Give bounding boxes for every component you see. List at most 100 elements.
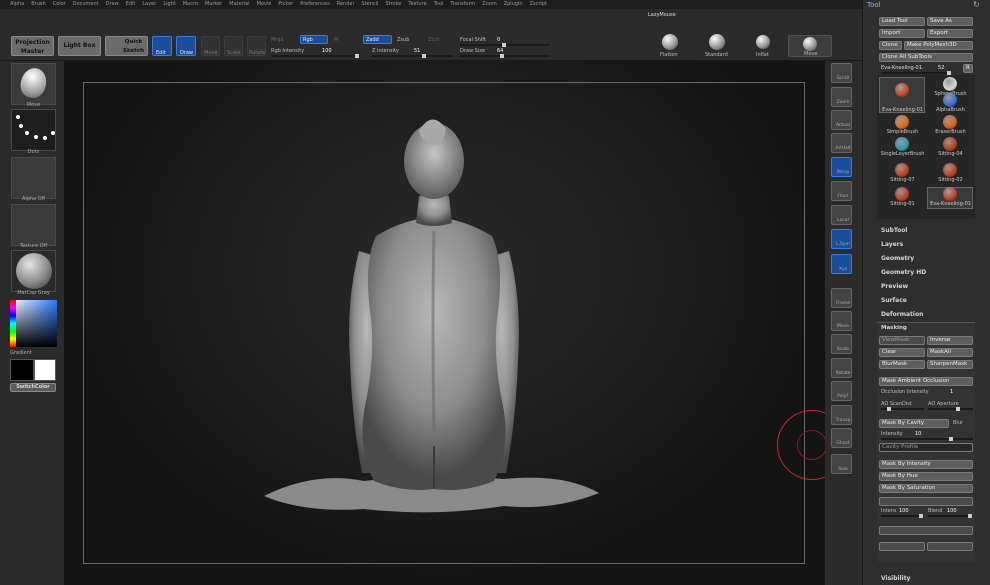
sculpted-figure-model[interactable] <box>254 101 614 521</box>
view-mask-button[interactable]: ViewMask <box>879 336 925 345</box>
section-geometry[interactable]: Geometry <box>881 255 914 262</box>
menu-zscript[interactable]: Zscript <box>530 0 547 9</box>
move-mode-button[interactable]: Move <box>201 36 220 56</box>
tool-thumb-icon[interactable] <box>895 187 909 201</box>
menu-render[interactable]: Render <box>337 0 355 9</box>
material-thumbnail[interactable] <box>11 250 56 292</box>
masking-extra-button-3[interactable] <box>927 542 973 551</box>
tool-r-button[interactable]: R <box>963 64 973 73</box>
save-as-button[interactable]: Save As <box>927 17 973 26</box>
menu-texture[interactable]: Texture <box>408 0 426 9</box>
light-box-button[interactable]: Light Box <box>58 36 101 56</box>
menu-tool[interactable]: Tool <box>434 0 444 9</box>
menu-alpha[interactable]: Alpha <box>10 0 24 9</box>
mask-blend-slider[interactable] <box>928 514 973 518</box>
section-geometry-hd[interactable]: Geometry HD <box>881 269 926 276</box>
tool-thumb-icon[interactable] <box>943 115 957 129</box>
brush-thumbnail[interactable] <box>11 63 56 105</box>
clone-all-subtools-button[interactable]: Clone All SubTools <box>879 53 973 62</box>
masking-extra-button[interactable] <box>879 526 973 535</box>
draw-size-slider[interactable] <box>460 54 550 58</box>
section-layers[interactable]: Layers <box>881 241 903 248</box>
menu-material[interactable]: Material <box>229 0 249 9</box>
masking-section-title[interactable]: Masking <box>881 325 907 331</box>
ao-scandist-slider[interactable] <box>881 407 924 411</box>
tool-thumb-icon[interactable] <box>943 163 957 177</box>
tool-thumb-icon[interactable] <box>943 77 957 91</box>
alpha-thumbnail[interactable] <box>11 157 56 199</box>
section-deformation[interactable]: Deformation <box>881 311 923 318</box>
tool-thumb-icon[interactable] <box>895 137 909 151</box>
texture-thumbnail[interactable] <box>11 204 56 246</box>
menu-stroke[interactable]: Stroke <box>385 0 401 9</box>
sharpen-mask-button[interactable]: SharpenMask <box>927 360 973 369</box>
menu-edit[interactable]: Edit <box>126 0 136 9</box>
m-button[interactable]: M <box>334 37 338 43</box>
import-button[interactable]: Import <box>879 29 925 38</box>
lazymouse-label[interactable]: LazyMouse <box>648 12 676 18</box>
rotate-mode-button[interactable]: Rotate <box>247 36 266 56</box>
quick-sketch-button[interactable]: Quick Sketch <box>105 36 148 56</box>
mask-ambient-occlusion-button[interactable]: Mask Ambient Occlusion <box>879 377 973 386</box>
menu-brush[interactable]: Brush <box>31 0 45 9</box>
ao-aperture-slider[interactable] <box>928 407 973 411</box>
mask-by-cavity-button[interactable]: Mask By Cavity <box>879 419 949 428</box>
hue-strip[interactable] <box>10 300 16 347</box>
section-subtool[interactable]: SubTool <box>881 227 907 234</box>
secondary-color-swatch[interactable] <box>34 359 56 381</box>
move-brush-button[interactable]: Move <box>788 35 832 57</box>
make-polymesh-button[interactable]: Make PolyMesh3D <box>904 41 973 50</box>
menu-stencil[interactable]: Stencil <box>362 0 379 9</box>
menu-transform[interactable]: Transform <box>450 0 475 9</box>
clear-mask-button[interactable]: Clear <box>879 348 925 357</box>
cavity-profile-curve[interactable]: Cavity Profile <box>879 443 973 452</box>
menu-zoom[interactable]: Zoom <box>482 0 496 9</box>
standard-brush-icon[interactable] <box>709 34 725 50</box>
document-canvas[interactable] <box>64 61 847 585</box>
tool-thumb-icon[interactable] <box>895 163 909 177</box>
main-color-swatch[interactable] <box>10 359 34 381</box>
rgb-button[interactable]: Rgb <box>300 35 328 44</box>
zadd-button[interactable]: Zadd <box>363 35 392 44</box>
mask-by-saturation-button[interactable]: Mask By Saturation <box>879 484 973 493</box>
menu-light[interactable]: Light <box>163 0 175 9</box>
color-picker[interactable] <box>10 300 57 347</box>
visibility-section[interactable]: Visibility <box>881 575 910 582</box>
draw-button[interactable]: Draw <box>176 36 196 56</box>
flatten-brush-icon[interactable] <box>662 34 678 50</box>
tool-thumb-icon[interactable] <box>943 187 957 201</box>
menu-draw[interactable]: Draw <box>106 0 119 9</box>
section-preview[interactable]: Preview <box>881 283 908 290</box>
tool-slider[interactable] <box>881 71 951 75</box>
inflat-brush-icon[interactable] <box>756 35 770 49</box>
z-intensity-slider[interactable] <box>372 54 452 58</box>
clone-button[interactable]: Clone <box>879 41 902 50</box>
menu-macro[interactable]: Macro <box>183 0 198 9</box>
scale-mode-button[interactable]: Scale <box>224 36 243 56</box>
projection-master-button[interactable]: Projection Master <box>11 36 54 56</box>
stroke-thumbnail[interactable] <box>11 109 56 151</box>
mask-by-intensity-button[interactable]: Mask By Intensity <box>879 460 973 469</box>
blur-mask-button[interactable]: BlurMask <box>879 360 925 369</box>
menu-zplugin[interactable]: Zplugin <box>504 0 523 9</box>
menu-marker[interactable]: Marker <box>205 0 222 9</box>
cavity-intensity-slider[interactable] <box>881 437 973 441</box>
inverse-button[interactable]: Inverse <box>927 336 973 345</box>
mask-all-button[interactable]: MaskAll <box>927 348 973 357</box>
mrgb-button[interactable]: Mrgb <box>271 37 284 43</box>
export-button[interactable]: Export <box>927 29 973 38</box>
edit-button[interactable]: Edit <box>152 36 172 56</box>
menu-preferences[interactable]: Preferences <box>300 0 329 9</box>
mask-by-alpha-button[interactable] <box>879 497 973 506</box>
tool-thumb-icon[interactable] <box>895 83 909 97</box>
zsub-button[interactable]: Zsub <box>397 37 409 43</box>
menu-document[interactable]: Document <box>73 0 99 9</box>
switch-color-button[interactable]: SwitchColor <box>10 383 56 392</box>
masking-extra-button-2[interactable] <box>879 542 925 551</box>
focal-shift-slider[interactable] <box>460 43 550 47</box>
zcut-button[interactable]: Zcut <box>428 37 439 43</box>
tool-thumb-icon[interactable] <box>943 93 957 107</box>
menu-picker[interactable]: Picker <box>278 0 293 9</box>
menu-layer[interactable]: Layer <box>142 0 156 9</box>
load-tool-button[interactable]: Load Tool <box>879 17 925 26</box>
